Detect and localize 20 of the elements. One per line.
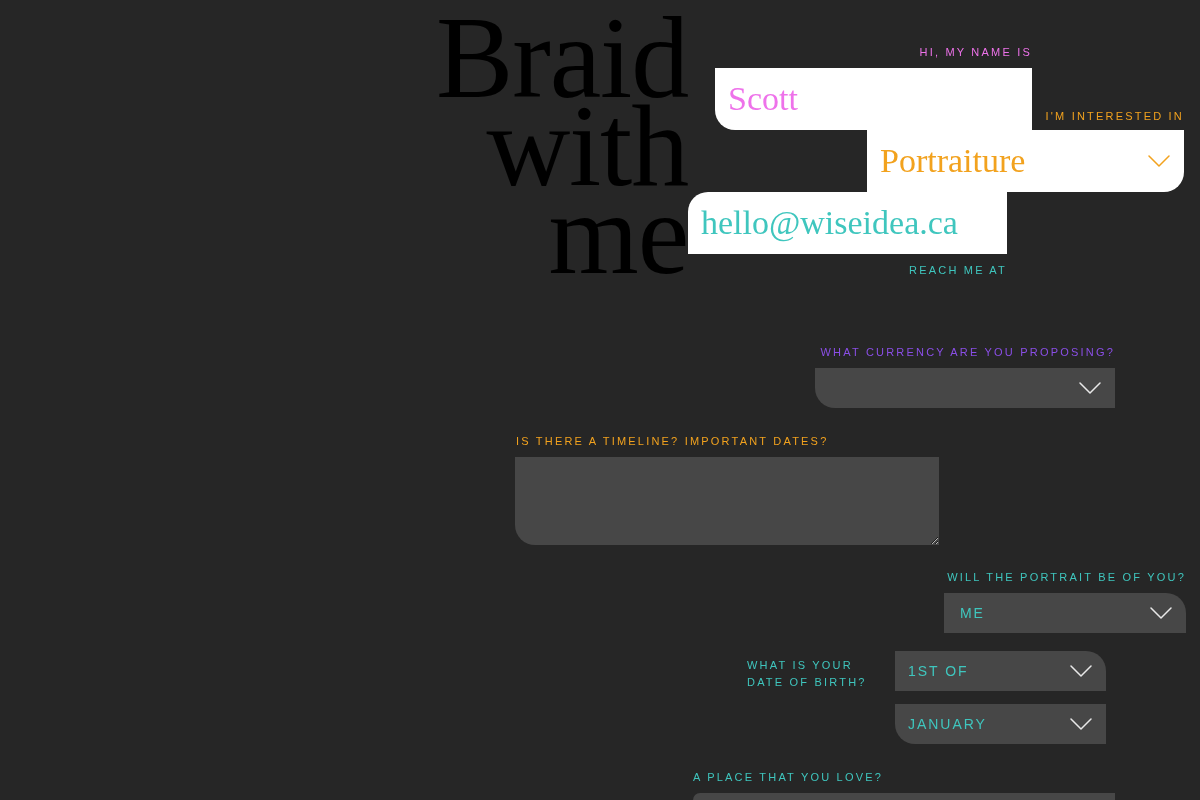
text-input[interactable]: Scott (715, 68, 1032, 130)
field-label: A PLACE THAT YOU LOVE? (693, 770, 884, 784)
field-label: REACH ME AT (909, 263, 1007, 277)
chevron-down-icon (1148, 155, 1170, 167)
chevron-down-icon (1070, 718, 1092, 730)
field-label: WILL THE PORTRAIT BE OF YOU? (947, 570, 1186, 584)
chevron-down-icon (1070, 665, 1092, 677)
select-dropdown[interactable] (815, 368, 1115, 408)
field-label: HI, MY NAME IS (919, 45, 1032, 59)
select-dropdown[interactable]: JANUARY (895, 704, 1106, 744)
text-input[interactable] (693, 793, 1115, 800)
chevron-down-icon (1150, 607, 1172, 619)
select-dropdown[interactable]: 1ST OF (895, 651, 1106, 691)
select-dropdown[interactable]: ME (944, 593, 1186, 633)
field-label: I'M INTERESTED IN (1045, 109, 1184, 123)
chevron-down-icon (1079, 382, 1101, 394)
field-label: WHAT CURRENCY ARE YOU PROPOSING? (820, 345, 1115, 359)
text-area[interactable] (515, 457, 939, 545)
field-label: IS THERE A TIMELINE? IMPORTANT DATES? (516, 434, 829, 448)
field-label: WHAT IS YOUR DATE OF BIRTH? (747, 658, 868, 690)
